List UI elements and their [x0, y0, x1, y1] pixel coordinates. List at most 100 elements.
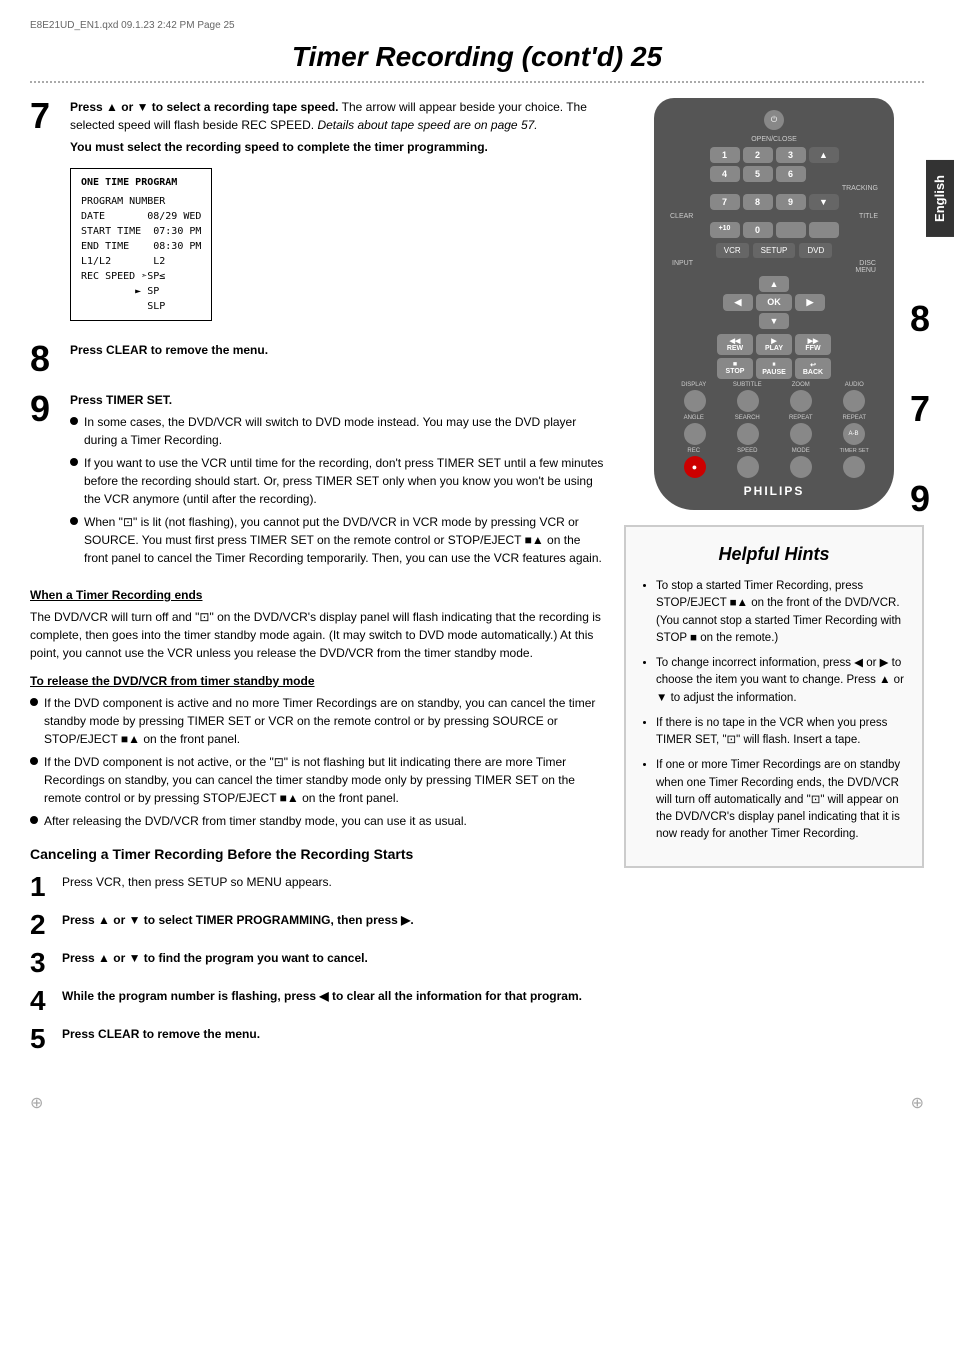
btn-7[interactable]: 7: [710, 194, 740, 210]
language-tab: English: [926, 160, 954, 237]
release-bullet3: After releasing the DVD/VCR from timer s…: [44, 812, 467, 830]
bullet-dot: [30, 757, 38, 765]
num-row1: 1 2 3 ▲: [668, 147, 880, 163]
repeat-btn[interactable]: [790, 423, 812, 445]
btn-0[interactable]: 0: [743, 222, 773, 238]
stop-btn[interactable]: ■STOP: [717, 358, 753, 379]
power-button[interactable]: ⏻: [764, 110, 784, 130]
btn-4[interactable]: 4: [710, 166, 740, 182]
timer-ends-text: The DVD/VCR will turn off and "⊡" on the…: [30, 608, 604, 662]
remote-control: ⏻ OPEN/CLOSE 1 2 3 ▲ 4: [654, 98, 894, 510]
mode-btn[interactable]: [790, 456, 812, 478]
cancel-step1-num: 1: [30, 873, 52, 901]
list-item: To change incorrect information, press ◀…: [656, 655, 908, 707]
timerset-btn[interactable]: [843, 456, 865, 478]
zoom-btn[interactable]: [790, 390, 812, 412]
play-btn[interactable]: ▶PLAY: [756, 334, 792, 355]
setup-btn[interactable]: SETUP: [753, 243, 796, 258]
cancel-step5-content: Press CLEAR to remove the menu.: [62, 1025, 604, 1043]
function-labels: DISPLAY SUBTITLE ZOOM AUDIO: [668, 382, 880, 388]
cancel-step-3: 3 Press ▲ or ▼ to find the program you w…: [30, 949, 604, 977]
btn-8[interactable]: 8: [743, 194, 773, 210]
rec-btn[interactable]: ●: [684, 456, 706, 478]
input-disc-row: INPUT DISCMENU: [668, 260, 880, 274]
btn-up[interactable]: ▲: [809, 147, 839, 163]
btn-clear[interactable]: [776, 222, 806, 238]
cancel-step5-num: 5: [30, 1025, 52, 1053]
display-label: DISPLAY: [668, 382, 720, 388]
cancel-step4-content: While the program number is flashing, pr…: [62, 987, 604, 1005]
crosshair-right: ⊕: [911, 1093, 924, 1113]
transport-row1: ◀◀REW ▶PLAY ▶▶FFW: [668, 334, 880, 355]
remote-step7-label: 7: [910, 388, 930, 430]
mode-label: MODE: [775, 448, 827, 454]
remote-container: 8 7 9 ⏻ OPEN/CLOSE 1 2 3: [654, 98, 894, 510]
step-8-content: Press CLEAR to remove the menu.: [70, 341, 604, 363]
step-9-number: 9: [30, 391, 60, 427]
back-btn[interactable]: ↩BACK: [795, 358, 831, 379]
step-7-number: 7: [30, 98, 60, 134]
display-btn[interactable]: [684, 390, 706, 412]
angle-label: ANGLE: [668, 415, 720, 421]
btn-down[interactable]: ▼: [809, 194, 839, 210]
list-item: After releasing the DVD/VCR from timer s…: [30, 812, 604, 830]
step9-bullet1: In some cases, the DVD/VCR will switch t…: [84, 413, 604, 449]
pause-btn[interactable]: ⏸PAUSE: [756, 358, 792, 379]
main-content: 7 Press ▲ or ▼ to select a recording tap…: [30, 98, 924, 1063]
btn-2[interactable]: 2: [743, 147, 773, 163]
nav-left-btn[interactable]: ◀: [723, 294, 753, 311]
dvd-btn[interactable]: DVD: [799, 243, 832, 258]
speed-btn[interactable]: [737, 456, 759, 478]
file-info: E8E21UD_EN1.qxd 09.1.23 2:42 PM Page 25: [30, 20, 924, 31]
angle-btn[interactable]: [684, 423, 706, 445]
release-bullet2: If the DVD component is not active, or t…: [44, 753, 604, 807]
repeat2-btn[interactable]: A-B: [843, 423, 865, 445]
btn-9[interactable]: 9: [776, 194, 806, 210]
remote-power-area: ⏻ OPEN/CLOSE: [668, 110, 880, 143]
open-close-label: OPEN/CLOSE: [668, 136, 880, 143]
helpful-hints-title: Helpful Hints: [640, 541, 908, 568]
zoom-label: ZOOM: [775, 382, 827, 388]
rec-label: REC: [668, 448, 720, 454]
btn-5[interactable]: 5: [743, 166, 773, 182]
audio-btn[interactable]: [843, 390, 865, 412]
cancel-heading: Canceling a Timer Recording Before the R…: [30, 844, 604, 865]
step9-bullets: In some cases, the DVD/VCR will switch t…: [70, 413, 604, 567]
btn-6[interactable]: 6: [776, 166, 806, 182]
ffw-btn[interactable]: ▶▶FFW: [795, 334, 831, 355]
onetime-line8: SLP: [81, 299, 201, 314]
btn-1[interactable]: 1: [710, 147, 740, 163]
rew-btn[interactable]: ◀◀REW: [717, 334, 753, 355]
onetime-line7: ► SP: [81, 284, 201, 299]
nav-up-btn[interactable]: ▲: [759, 276, 789, 292]
nav-down-btn[interactable]: ▼: [759, 313, 789, 329]
audio-label: AUDIO: [829, 382, 881, 388]
btn-title[interactable]: [809, 222, 839, 238]
speed-label: SPEED: [722, 448, 774, 454]
onetime-line3: START TIME 07:30 PM: [81, 224, 201, 239]
timer-ends-heading: When a Timer Recording ends: [30, 586, 604, 604]
disc-menu-label: DISCMENU: [855, 260, 876, 274]
bullet-dot: [30, 816, 38, 824]
ok-btn[interactable]: OK: [756, 294, 792, 311]
bullet-dot: [70, 517, 78, 525]
cancel-step3-num: 3: [30, 949, 52, 977]
philips-logo: PHILIPS: [668, 484, 880, 498]
search-btn[interactable]: [737, 423, 759, 445]
function-labels3: REC SPEED MODE TIMER SET: [668, 448, 880, 454]
step-9-content: Press TIMER SET. In some cases, the DVD/…: [70, 391, 604, 572]
nav-right-btn[interactable]: ▶: [795, 294, 825, 311]
btn-3[interactable]: 3: [776, 147, 806, 163]
subtitle-btn[interactable]: [737, 390, 759, 412]
clear-label: CLEAR: [670, 213, 693, 220]
crosshairs: ⊕ ⊕: [30, 1093, 924, 1113]
nav-up-area: ▲: [668, 276, 880, 292]
vcr-btn[interactable]: VCR: [716, 243, 749, 258]
btn-plus10[interactable]: +10: [710, 222, 740, 238]
bullet-dot: [70, 417, 78, 425]
onetime-line2: DATE 08/29 WED: [81, 209, 201, 224]
cancel-step2-num: 2: [30, 911, 52, 939]
step-7-content: Press ▲ or ▼ to select a recording tape …: [70, 98, 604, 327]
cancel-step-5: 5 Press CLEAR to remove the menu.: [30, 1025, 604, 1053]
cancel-step1-content: Press VCR, then press SETUP so MENU appe…: [62, 873, 604, 891]
